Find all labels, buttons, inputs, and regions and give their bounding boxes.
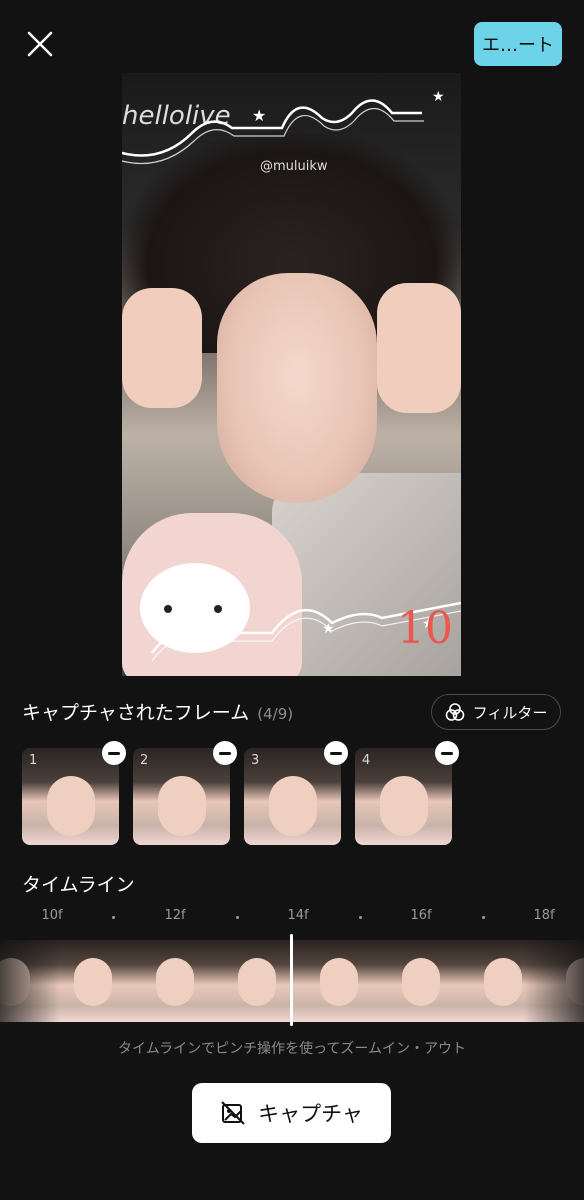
capture-button[interactable]: キャプチャ: [192, 1083, 391, 1143]
filmstrip-face: [320, 958, 358, 1006]
timeline-ruler: 10f 12f 14f 16f 18f: [0, 908, 584, 932]
ruler-tick: 18f: [533, 908, 555, 923]
remove-frame-icon[interactable]: [435, 741, 459, 765]
filter-button[interactable]: フィルター: [431, 694, 561, 730]
frame-number: 4: [362, 753, 371, 768]
frame-thumbnail[interactable]: 1: [22, 748, 119, 845]
ruler-tick: 12f: [164, 908, 186, 923]
next-button[interactable]: エ…ート: [474, 22, 562, 66]
ruler-tick: 14f: [287, 908, 309, 923]
video-preview: ★ ★ ★ ★ hellolive @muluikw 10: [122, 73, 461, 676]
filmstrip-frame: [134, 940, 216, 1022]
thumbnail-face: [380, 776, 428, 836]
remove-frame-icon[interactable]: [213, 741, 237, 765]
timeline-title: タイムライン: [22, 874, 135, 896]
filmstrip-frame: [380, 940, 462, 1022]
captured-frames-label: キャプチャされたフレーム: [22, 702, 250, 724]
filmstrip-face: [74, 958, 112, 1006]
frame-thumbnail[interactable]: 3: [244, 748, 341, 845]
filmstrip-fade-right: [524, 940, 584, 1022]
ruler-dot: [236, 916, 239, 919]
filmstrip-frame: [52, 940, 134, 1022]
ruler-dot: [112, 916, 115, 919]
capture-image-icon: [221, 1101, 245, 1125]
thumbnail-face: [158, 776, 206, 836]
frame-badge-number: 10: [397, 603, 453, 654]
filmstrip-face: [238, 958, 276, 1006]
filmstrip-fade-left: [0, 940, 60, 1022]
close-icon[interactable]: [24, 28, 56, 60]
timeline-playhead[interactable]: [290, 934, 293, 1026]
filter-icon: [445, 703, 464, 721]
ruler-tick: 10f: [41, 908, 63, 923]
ruler-dot: [359, 916, 362, 919]
filter-label: フィルター: [472, 703, 548, 722]
svg-text:★: ★: [252, 106, 266, 125]
watermark-text: hellolive: [122, 101, 231, 131]
frame-number: 3: [251, 753, 260, 768]
filmstrip-face: [402, 958, 440, 1006]
thumbnail-face: [269, 776, 317, 836]
frame-thumbnail[interactable]: 2: [133, 748, 230, 845]
filmstrip-face: [484, 958, 522, 1006]
ruler-tick: 16f: [410, 908, 432, 923]
filmstrip-frame: [216, 940, 298, 1022]
capture-label: キャプチャ: [258, 1102, 363, 1126]
remove-frame-icon[interactable]: [324, 741, 348, 765]
ruler-dot: [482, 916, 485, 919]
thumbnail-face: [47, 776, 95, 836]
remove-frame-icon[interactable]: [102, 741, 126, 765]
filmstrip-face: [156, 958, 194, 1006]
filmstrip-frame: [298, 940, 380, 1022]
creator-handle: @muluikw: [260, 159, 328, 174]
captured-frames-count: (4/9): [257, 705, 294, 723]
frame-number: 1: [29, 753, 38, 768]
frame-number: 2: [140, 753, 149, 768]
frame-thumbnail[interactable]: 4: [355, 748, 452, 845]
timeline-hint: タイムラインでピンチ操作を使ってズームイン・アウト: [118, 1041, 466, 1057]
svg-text:★: ★: [322, 621, 335, 637]
svg-text:★: ★: [432, 89, 445, 105]
captured-frames-title: キャプチャされたフレーム (4/9): [22, 698, 293, 725]
